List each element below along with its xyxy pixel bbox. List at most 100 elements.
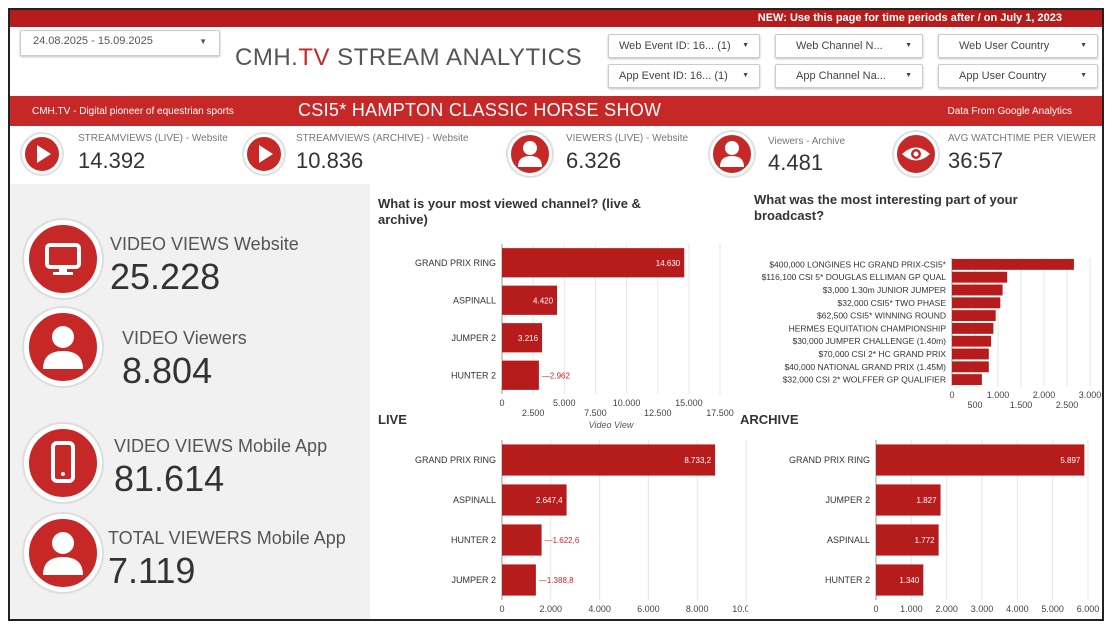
x-tick-label: 0 [499, 604, 504, 614]
category-label: HUNTER 2 [451, 535, 496, 545]
x-tick-label: 4.000 [588, 604, 611, 614]
eye-icon [894, 132, 938, 176]
web-user-country-filter[interactable]: Web User Country ▼ [938, 34, 1098, 58]
title-accent: TV [298, 44, 330, 71]
category-label: $62,500 CSI5* WINNING ROUND [817, 311, 946, 321]
kpi-label: STREAMVIEWS (LIVE) - Website [78, 133, 228, 144]
filter-label: App User Country [959, 70, 1047, 82]
bar[interactable] [952, 271, 1008, 283]
x-tick-label: 15.000 [675, 398, 703, 408]
kpi-label: VIEWERS (LIVE) - Website [566, 133, 689, 144]
kpi-value: 4.481 [768, 150, 824, 175]
app-event-id-filter[interactable]: App Event ID: 16... (1) ▼ [608, 64, 760, 88]
x-tick-label: 1.500 [1010, 400, 1033, 410]
category-label: $40,000 NATIONAL GRAND PRIX (1.45M) [784, 362, 946, 372]
kpi-value: 14.392 [78, 148, 146, 173]
kpi-avg-watchtime: AVG WATCHTIME PER VIEWER 36:57 [892, 130, 1102, 178]
data-label: —1.622,6 [545, 536, 580, 545]
x-tick-label: 3.000 [971, 604, 994, 614]
bar[interactable] [952, 310, 996, 322]
new-page-notice: NEW: Use this page for time periods afte… [757, 12, 1062, 24]
date-range-value: 24.08.2025 - 15.09.2025 [33, 35, 153, 47]
chevron-down-icon: ▼ [1080, 72, 1087, 79]
x-axis-label: Video View [589, 420, 634, 428]
data-label: 1.340 [899, 576, 920, 585]
category-label: JUMPER 2 [451, 333, 496, 343]
web-channel-filter[interactable]: Web Channel N... ▼ [775, 34, 923, 58]
data-label: 1.827 [917, 496, 938, 505]
bar[interactable] [952, 322, 994, 334]
interest-bar-chart: 0 500 1.0001.5002.0002.5003.000 $400,000 LO… [762, 258, 1102, 410]
category-label: ASPINALL [453, 295, 496, 305]
user-icon [24, 308, 102, 386]
bar[interactable] [952, 348, 989, 360]
dashboard-frame: NEW: Use this page for time periods afte… [8, 8, 1104, 621]
bar[interactable] [952, 284, 1003, 296]
app-channel-filter[interactable]: App Channel Na... ▼ [775, 64, 923, 88]
web-event-id-filter[interactable]: Web Event ID: 16... (1) ▼ [608, 34, 760, 58]
user-icon [508, 132, 552, 176]
category-label: $400,000 LONGINES HC GRAND PRIX-CSI5* [769, 259, 946, 269]
stat-value: 81.614 [114, 458, 225, 499]
kpi-value: 36:57 [948, 148, 1004, 173]
chart-title-interest: What was the most interesting part of yo… [754, 192, 1018, 223]
kpi-label: AVG WATCHTIME PER VIEWER [948, 133, 1097, 144]
x-tick-label: 10.000 [732, 604, 748, 614]
bar[interactable] [502, 360, 539, 390]
x-axis-label: Video Views [957, 618, 1007, 621]
x-tick-label: 2.000 [540, 604, 563, 614]
chevron-down-icon: ▼ [199, 37, 207, 46]
bar[interactable] [952, 297, 1001, 309]
x-tick-label: 12.500 [644, 408, 672, 418]
kpi-value: 10.836 [296, 148, 364, 173]
bar[interactable] [952, 374, 982, 386]
x-tick-label: 1.000 [900, 604, 923, 614]
x-tick-label: 10.000 [613, 398, 641, 408]
x-tick-label: 8.000 [686, 604, 709, 614]
x-tick-label: 2.500 [522, 408, 545, 418]
x-tick-label: 2.000 [935, 604, 958, 614]
data-label: 1.772 [915, 536, 936, 545]
data-label: 5.897 [1060, 456, 1081, 465]
data-label: 14.630 [656, 259, 681, 268]
x-axis-label: Video Views [599, 618, 649, 621]
category-label: ASPINALL [453, 495, 496, 505]
category-label: $32,000 CSI5* TWO PHASE [837, 298, 946, 308]
chevron-down-icon: ▼ [742, 42, 749, 49]
stat-label: VIDEO VIEWS Website [110, 234, 299, 254]
bar[interactable] [952, 335, 992, 347]
x-tick-label: 1.000 [987, 390, 1010, 400]
category-label: GRAND PRIX RING [789, 455, 870, 465]
chart-title-channel: What is your most viewed channel? (live … [378, 196, 641, 227]
bar[interactable] [502, 524, 542, 556]
date-range-picker[interactable]: 24.08.2025 - 15.09.2025 ▼ [20, 30, 220, 56]
data-label: —1.388,8 [539, 576, 574, 585]
x-tick-label: 3.000 [1079, 390, 1102, 400]
category-label: JUMPER 2 [825, 495, 870, 505]
app-user-country-filter[interactable]: App User Country ▼ [938, 64, 1098, 88]
kpi-viewers-live: VIEWERS (LIVE) - Website 6.326 [506, 130, 706, 178]
filter-label: Web User Country [959, 40, 1050, 52]
category-label: HERMES EQUITATION CHAMPIONSHIP [789, 323, 947, 333]
x-tick-label: 5.000 [1041, 604, 1064, 614]
phone-icon [24, 424, 102, 502]
kpi-viewers-archive: Viewers - Archive 4.481 [708, 130, 888, 178]
bar[interactable] [952, 361, 989, 373]
stat-label: VIDEO Viewers [122, 328, 247, 348]
stat-label: TOTAL VIEWERS Mobile App [108, 528, 346, 548]
x-tick-label: 6.000 [1077, 604, 1100, 614]
x-tick-label: 5.000 [553, 398, 576, 408]
filter-label: Web Channel N... [796, 40, 883, 52]
bar[interactable] [502, 564, 536, 596]
category-label: $116,100 CSI 5* DOUGLAS ELLIMAN GP QUAL [762, 272, 947, 282]
channel-bar-chart: 0 2.500 5.000 7.500 10.00012.50015.00017.500… [415, 244, 734, 428]
bar[interactable] [876, 444, 1085, 476]
x-tick-label: 6.000 [637, 604, 660, 614]
bar[interactable] [502, 444, 716, 476]
filter-label: Web Event ID: 16... (1) [619, 40, 731, 52]
bar[interactable] [952, 258, 1074, 270]
live-bar-chart: 0 2.000 4.000 6.000 8.000 10.000 GRAND PRIX RI… [415, 440, 748, 621]
stat-value: 8.804 [122, 350, 213, 391]
x-tick-label: 0 [873, 604, 878, 614]
x-tick-label: 0 [949, 390, 954, 400]
